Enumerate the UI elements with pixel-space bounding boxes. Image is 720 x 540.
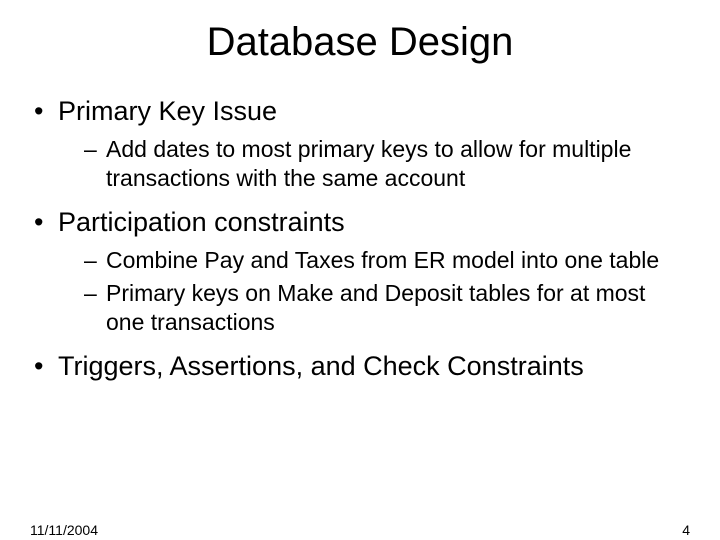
sub-bullet-text: Add dates to most primary keys to allow … (106, 136, 631, 191)
bullet-list: Primary Key Issue Add dates to most prim… (30, 95, 690, 384)
footer-page-number: 4 (682, 522, 690, 538)
slide-body: Primary Key Issue Add dates to most prim… (0, 95, 720, 384)
sub-bullet-item: Add dates to most primary keys to allow … (84, 135, 690, 193)
bullet-item: Participation constraints Combine Pay an… (30, 206, 690, 336)
sub-bullet-item: Primary keys on Make and Deposit tables … (84, 279, 690, 337)
bullet-text: Participation constraints (58, 207, 345, 237)
sub-bullet-list: Combine Pay and Taxes from ER model into… (58, 246, 690, 336)
bullet-text: Triggers, Assertions, and Check Constrai… (58, 351, 584, 381)
sub-bullet-item: Combine Pay and Taxes from ER model into… (84, 246, 690, 275)
slide: Database Design Primary Key Issue Add da… (0, 20, 720, 540)
bullet-item: Triggers, Assertions, and Check Constrai… (30, 350, 690, 384)
sub-bullet-text: Primary keys on Make and Deposit tables … (106, 280, 645, 335)
sub-bullet-list: Add dates to most primary keys to allow … (58, 135, 690, 193)
slide-title: Database Design (0, 20, 720, 65)
sub-bullet-text: Combine Pay and Taxes from ER model into… (106, 247, 659, 273)
footer-date: 11/11/2004 (30, 522, 98, 538)
bullet-text: Primary Key Issue (58, 96, 277, 126)
bullet-item: Primary Key Issue Add dates to most prim… (30, 95, 690, 192)
